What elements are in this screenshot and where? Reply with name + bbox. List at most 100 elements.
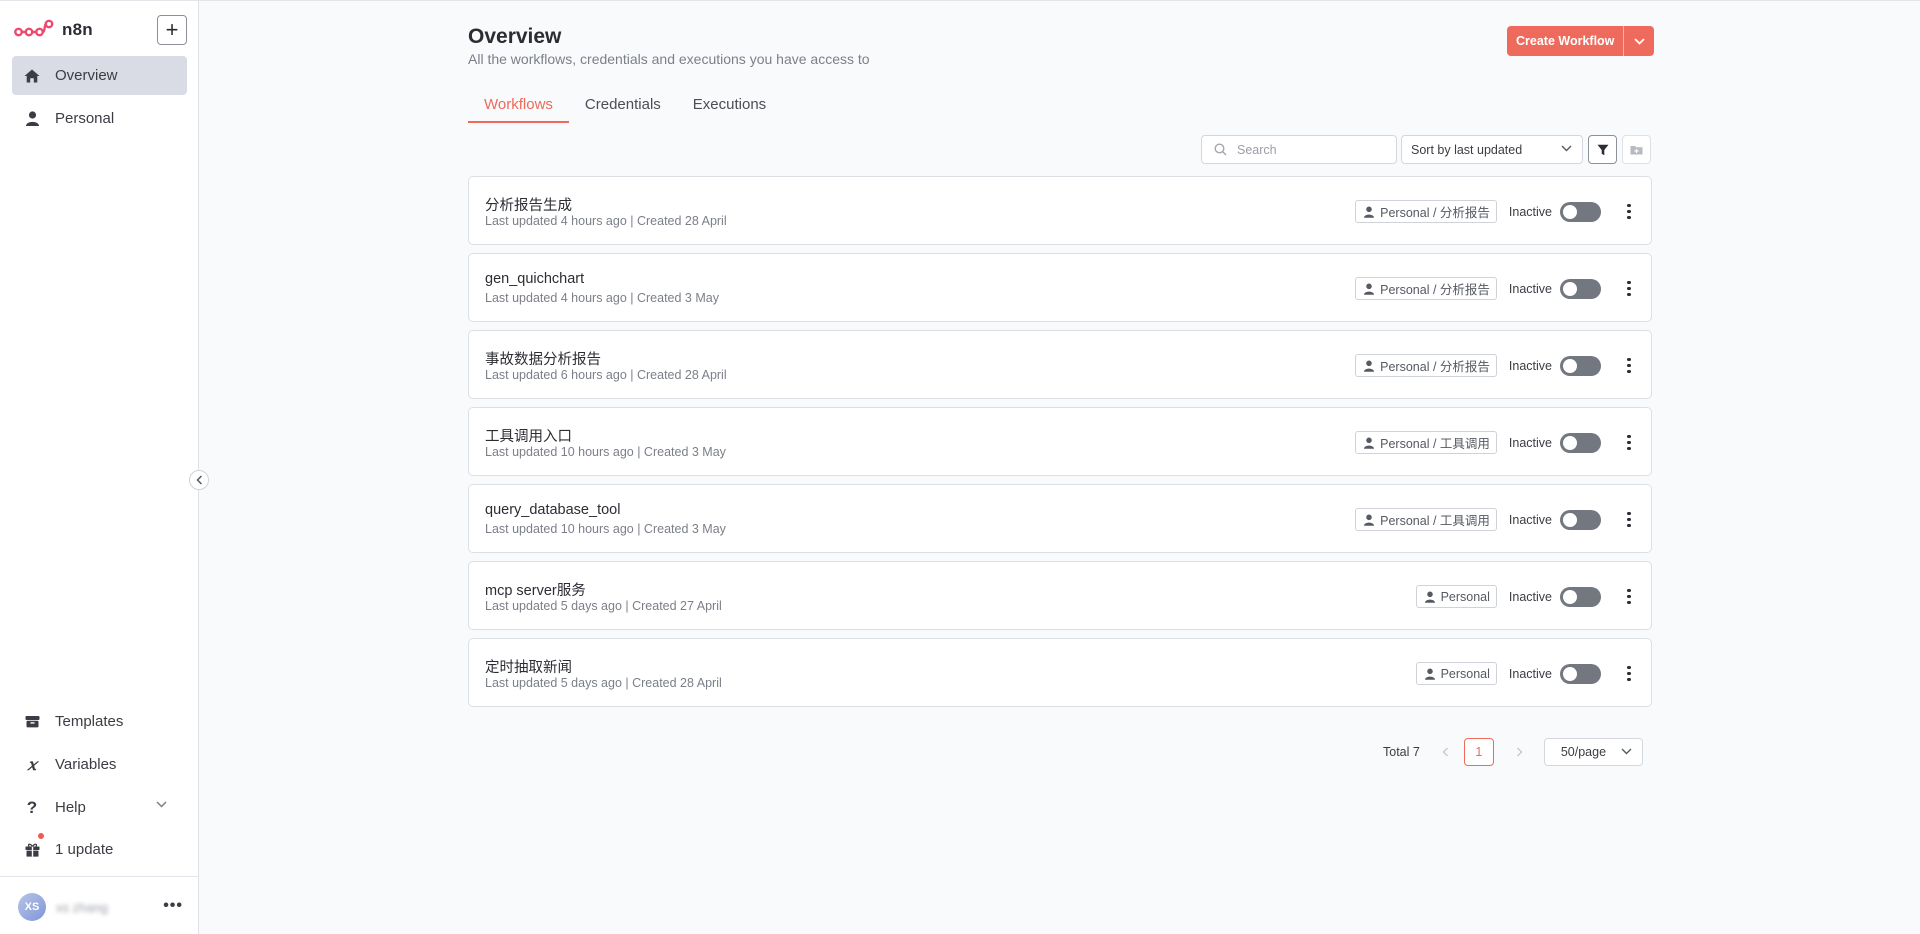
- user-icon: [1424, 591, 1435, 603]
- tab-workflows[interactable]: Workflows: [468, 93, 569, 123]
- active-toggle[interactable]: [1560, 201, 1601, 222]
- user-profile[interactable]: XS xs zhang •••: [18, 893, 183, 921]
- workflow-card[interactable]: query_database_tool Last updated 10 hours…: [468, 484, 1652, 553]
- workflow-meta: Last updated 10 hours ago | Created 3 Ma…: [485, 522, 726, 536]
- user-menu-button[interactable]: •••: [163, 897, 183, 915]
- sidebar-item-variables[interactable]: 𝑥 Variables: [12, 745, 187, 784]
- project-badge-label: Personal: [1440, 589, 1490, 604]
- more-options-icon[interactable]: [1621, 587, 1637, 607]
- avatar: XS: [18, 893, 46, 921]
- filter-button[interactable]: [1588, 135, 1617, 164]
- project-badge[interactable]: Personal / 分析报告: [1355, 200, 1497, 223]
- more-options-icon[interactable]: [1621, 356, 1637, 376]
- active-toggle[interactable]: [1560, 663, 1601, 684]
- workflow-actions: Personal Inactive: [1415, 562, 1637, 631]
- workflow-card[interactable]: 定时抽取新闻 Last updated 5 days ago | Created …: [468, 638, 1652, 707]
- chevron-down-icon[interactable]: [156, 801, 167, 808]
- tab-executions[interactable]: Executions: [677, 93, 782, 123]
- workflow-name[interactable]: 工具调用入口: [485, 425, 572, 446]
- workflow-actions: Personal Inactive: [1415, 639, 1637, 708]
- user-icon: [1424, 668, 1435, 680]
- project-badge[interactable]: Personal / 分析报告: [1355, 277, 1497, 300]
- chevron-down-icon: [1621, 748, 1632, 755]
- create-options-button[interactable]: [1623, 26, 1655, 56]
- more-options-icon[interactable]: [1621, 279, 1637, 299]
- more-options-icon[interactable]: [1621, 202, 1637, 222]
- project-badge[interactable]: Personal: [1415, 585, 1497, 608]
- workflow-actions: Personal / 分析报告 Inactive: [1355, 254, 1637, 323]
- active-toggle[interactable]: [1560, 586, 1601, 607]
- project-badge-label: Personal / 分析报告: [1380, 360, 1490, 374]
- box-icon: [24, 714, 40, 730]
- gift-icon: [24, 842, 40, 858]
- workflow-name[interactable]: 分析报告生成: [485, 194, 572, 215]
- update-indicator: [38, 833, 44, 839]
- active-toggle[interactable]: [1560, 355, 1601, 376]
- workflow-name[interactable]: gen_quichchart: [485, 271, 584, 287]
- user-icon: [1364, 360, 1375, 372]
- workflow-meta: Last updated 4 hours ago | Created 28 Ap…: [485, 214, 727, 228]
- sidebar-item-label: Help: [55, 799, 86, 816]
- add-folder-button[interactable]: [1622, 135, 1651, 164]
- sidebar-item-update[interactable]: 1 update: [12, 830, 187, 869]
- user-name: xs zhang: [56, 899, 109, 915]
- search-icon: [1214, 143, 1227, 156]
- workflow-actions: Personal / 工具调用 Inactive: [1355, 485, 1637, 554]
- project-badge[interactable]: Personal / 工具调用: [1355, 508, 1497, 531]
- create-workflow-button[interactable]: Create Workflow: [1507, 26, 1624, 56]
- workflow-name[interactable]: 定时抽取新闻: [485, 656, 572, 677]
- project-badge-label: Personal / 分析报告: [1380, 206, 1490, 220]
- workflow-actions: Personal / 分析报告 Inactive: [1355, 177, 1637, 246]
- project-badge[interactable]: Personal: [1415, 662, 1497, 685]
- workflow-name[interactable]: 事故数据分析报告: [485, 348, 601, 369]
- more-options-icon[interactable]: [1621, 433, 1637, 453]
- workflow-card[interactable]: mcp server服务 Last updated 5 days ago | Cr…: [468, 561, 1652, 630]
- active-toggle[interactable]: [1560, 509, 1601, 530]
- workflow-card[interactable]: gen_quichchart Last updated 4 hours ago |…: [468, 253, 1652, 322]
- project-badge[interactable]: Personal / 工具调用: [1355, 431, 1497, 454]
- pagination: Total 7 1 50/page: [1383, 738, 1643, 766]
- next-page-button[interactable]: [1514, 747, 1526, 757]
- active-toggle[interactable]: [1560, 432, 1601, 453]
- workflow-actions: Personal / 分析报告 Inactive: [1355, 331, 1637, 400]
- workflow-name[interactable]: query_database_tool: [485, 502, 620, 518]
- workflow-meta: Last updated 6 hours ago | Created 28 Ap…: [485, 368, 727, 382]
- page-subtitle: All the workflows, credentials and execu…: [468, 51, 870, 67]
- user-icon: [24, 111, 40, 127]
- add-button[interactable]: +: [157, 15, 187, 45]
- logo[interactable]: n8n: [14, 15, 93, 45]
- sort-select[interactable]: Sort by last updated: [1401, 135, 1583, 164]
- workflow-name[interactable]: mcp server服务: [485, 579, 586, 600]
- prev-page-button[interactable]: [1440, 747, 1452, 757]
- workflow-meta: Last updated 5 days ago | Created 28 Apr…: [485, 676, 722, 690]
- more-options-icon[interactable]: [1621, 510, 1637, 530]
- tab-bar: Workflows Credentials Executions: [468, 93, 782, 123]
- user-icon: [1364, 206, 1375, 218]
- workflow-card[interactable]: 分析报告生成 Last updated 4 hours ago | Created…: [468, 176, 1652, 245]
- home-icon: [24, 68, 40, 84]
- sidebar-item-label: Templates: [55, 713, 124, 730]
- question-icon: ?: [26, 797, 38, 817]
- more-options-icon[interactable]: [1621, 664, 1637, 684]
- page-number-button[interactable]: 1: [1463, 738, 1494, 766]
- sidebar-collapse-button[interactable]: [189, 470, 209, 490]
- active-toggle[interactable]: [1560, 278, 1601, 299]
- page-size-select[interactable]: 50/page: [1543, 738, 1643, 766]
- sidebar-item-help[interactable]: ? Help: [12, 788, 187, 827]
- sidebar-item-overview[interactable]: Overview: [12, 56, 187, 95]
- sidebar-item-personal[interactable]: Personal: [12, 99, 187, 138]
- status-label: Inactive: [1508, 589, 1552, 604]
- sidebar-item-templates[interactable]: Templates: [12, 702, 187, 741]
- sidebar: n8n + Overview Personal Templates 𝑥 Vari…: [0, 1, 199, 934]
- project-badge[interactable]: Personal / 分析报告: [1355, 354, 1497, 377]
- workflow-meta: Last updated 10 hours ago | Created 3 Ma…: [485, 445, 726, 459]
- tab-credentials[interactable]: Credentials: [569, 93, 677, 123]
- workflow-card[interactable]: 事故数据分析报告 Last updated 6 hours ago | Creat…: [468, 330, 1652, 399]
- user-icon: [1364, 514, 1375, 526]
- search-input[interactable]: [1237, 142, 1387, 157]
- workflow-card[interactable]: 工具调用入口 Last updated 10 hours ago | Create…: [468, 407, 1652, 476]
- search-field[interactable]: [1201, 135, 1397, 164]
- sidebar-item-label: 1 update: [55, 841, 114, 858]
- status-label: Inactive: [1508, 435, 1552, 450]
- create-workflow-group: Create Workflow: [1507, 26, 1655, 56]
